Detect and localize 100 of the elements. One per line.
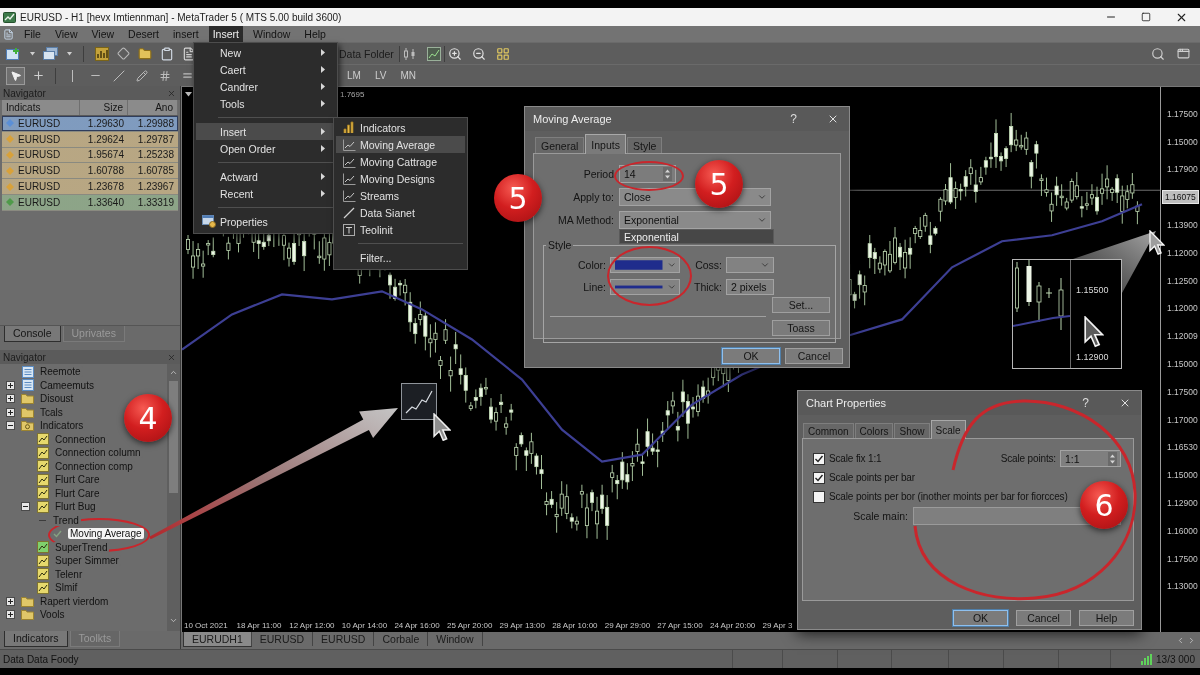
zoom-out-icon[interactable] <box>471 46 486 61</box>
menu-item[interactable]: Help <box>300 26 330 42</box>
tree-item[interactable]: Moving Average <box>68 528 144 540</box>
chart-tab[interactable]: EURUSD <box>313 632 375 646</box>
tree-item[interactable]: Super Simmer <box>53 555 121 567</box>
expand-icon[interactable] <box>6 610 15 620</box>
clipboard-icon[interactable] <box>160 46 174 61</box>
column-header[interactable]: Indicats <box>2 100 80 115</box>
expand-icon[interactable] <box>6 380 15 390</box>
expand-icon[interactable] <box>6 394 15 404</box>
grid-icon[interactable] <box>495 46 510 61</box>
column-header[interactable]: Ano <box>128 100 178 115</box>
timeframe-button[interactable]: MN <box>396 70 420 81</box>
folder-icon[interactable] <box>138 46 152 61</box>
chart-tab[interactable]: EURUDH1 <box>183 632 252 647</box>
time-label: 10 Apr 14:00 <box>341 620 389 630</box>
tree-item[interactable]: Rapert vierdom <box>38 595 111 607</box>
price-label: 1.17500 <box>1167 553 1198 564</box>
line-chart-icon[interactable] <box>426 46 441 61</box>
symbol-cell: EURUSD <box>18 133 61 145</box>
time-label: 24 Apr 16:00 <box>394 620 441 630</box>
tree-item[interactable]: Flurt Bug <box>53 501 98 513</box>
list-icon <box>21 379 34 392</box>
signal-bars-icon <box>1141 653 1153 665</box>
diamond-icon[interactable] <box>117 47 130 60</box>
price-cell: 1.33640 <box>87 196 124 208</box>
price-label: 1.12500 <box>1167 275 1198 286</box>
market-row[interactable]: EURUSD 1.60788 1.60785 <box>2 163 178 180</box>
indicator-icon <box>36 487 49 500</box>
chart-tab[interactable]: Window <box>428 632 483 646</box>
tree-item[interactable]: Trend <box>51 514 81 526</box>
windows-icon[interactable] <box>43 46 59 61</box>
time-label: 18 Apr 11:00 <box>236 620 283 630</box>
tree-item[interactable]: Disoust <box>38 393 76 405</box>
tree-item[interactable]: Cameemuts <box>38 379 96 391</box>
time-label: 29 Apr 29:00 <box>604 620 652 630</box>
scrollbar[interactable] <box>167 364 180 631</box>
crosshair-icon <box>32 69 45 82</box>
expand-icon[interactable] <box>6 407 15 417</box>
collapse-icon[interactable] <box>21 502 30 512</box>
folder-icon <box>21 420 34 432</box>
collapse-icon[interactable] <box>6 421 15 431</box>
panel-tab[interactable]: Indicators <box>4 631 68 647</box>
tree-item[interactable]: Connection comp <box>53 460 135 472</box>
vertical-line-icon <box>71 69 74 82</box>
tree-item[interactable]: SuperTrend <box>53 541 110 553</box>
time-label: 27 Apr 15:00 <box>657 620 704 630</box>
candlestick-icon[interactable] <box>402 46 417 61</box>
menu-item[interactable]: insert <box>169 26 203 42</box>
expand-icon[interactable] <box>6 596 15 606</box>
menu-item[interactable]: View <box>50 26 82 42</box>
chart-tab[interactable]: EURUSD <box>251 632 314 646</box>
document-icon[interactable] <box>182 46 196 61</box>
indicator-icon <box>36 433 49 446</box>
menu-item[interactable]: New <box>196 44 335 61</box>
menu-item[interactable]: View <box>87 26 119 42</box>
check-icon <box>53 529 62 538</box>
market-row[interactable]: EURUSD 1.23678 1.23967 <box>2 179 178 195</box>
tree-item[interactable]: Tcals <box>38 406 65 418</box>
panel-tab[interactable]: Console <box>4 326 61 342</box>
search-icon[interactable] <box>1151 46 1165 61</box>
column-header[interactable]: Size <box>80 100 128 115</box>
scroll-down-icon[interactable] <box>169 616 178 625</box>
chart-tab[interactable]: Corbale <box>374 632 429 646</box>
bar-chart-icon[interactable] <box>95 46 109 61</box>
tree-item[interactable]: Connection <box>53 433 108 445</box>
menu-item[interactable]: Insert <box>208 26 243 42</box>
scroll-up-icon[interactable] <box>169 368 178 377</box>
new-chart-icon[interactable] <box>6 46 22 61</box>
tree-item[interactable]: Connection column <box>53 447 143 459</box>
menu-item[interactable]: Desert <box>124 26 163 42</box>
scroll-left-icon[interactable] <box>1176 636 1185 645</box>
timeframe-button[interactable]: LM <box>343 70 365 81</box>
tree-item[interactable]: Flurt Care <box>53 487 102 499</box>
tree-item[interactable]: Vools <box>38 609 67 621</box>
scroll-right-icon[interactable] <box>1187 636 1196 645</box>
price-label: 1.16000 <box>1167 525 1198 536</box>
menu-item[interactable]: Candrer <box>196 78 335 95</box>
price-cell: 1.25238 <box>137 149 174 161</box>
menu-item[interactable]: Caert <box>196 61 335 78</box>
tree-item[interactable]: Reemote <box>38 366 83 378</box>
tool-button[interactable] <box>6 66 25 85</box>
scroll-thumb[interactable] <box>169 381 178 493</box>
tree-item[interactable]: Telenr <box>53 568 85 580</box>
indicator-icon <box>36 500 49 513</box>
price-label: 1.17900 <box>1167 164 1198 175</box>
tree-item[interactable]: Indicators <box>38 420 86 432</box>
market-row[interactable]: EURUSD 1.29630 1.29988 <box>2 116 178 132</box>
caret-icon[interactable] <box>185 91 192 97</box>
tree-item[interactable]: Flurt Care <box>53 474 102 486</box>
window-icon[interactable] <box>1177 47 1190 60</box>
maximize-icon[interactable] <box>1141 12 1151 22</box>
price-readout: 1.7695 <box>340 89 365 99</box>
zoom-in-icon[interactable] <box>447 46 462 61</box>
indicator-icon <box>36 460 49 473</box>
data-folder-button[interactable]: Data Folder <box>337 47 396 60</box>
menu-item[interactable]: File <box>20 26 45 42</box>
tree-item[interactable]: Slmif <box>53 582 80 594</box>
menu-item[interactable]: Window <box>248 26 295 42</box>
timeframe-button[interactable]: LV <box>370 70 391 81</box>
